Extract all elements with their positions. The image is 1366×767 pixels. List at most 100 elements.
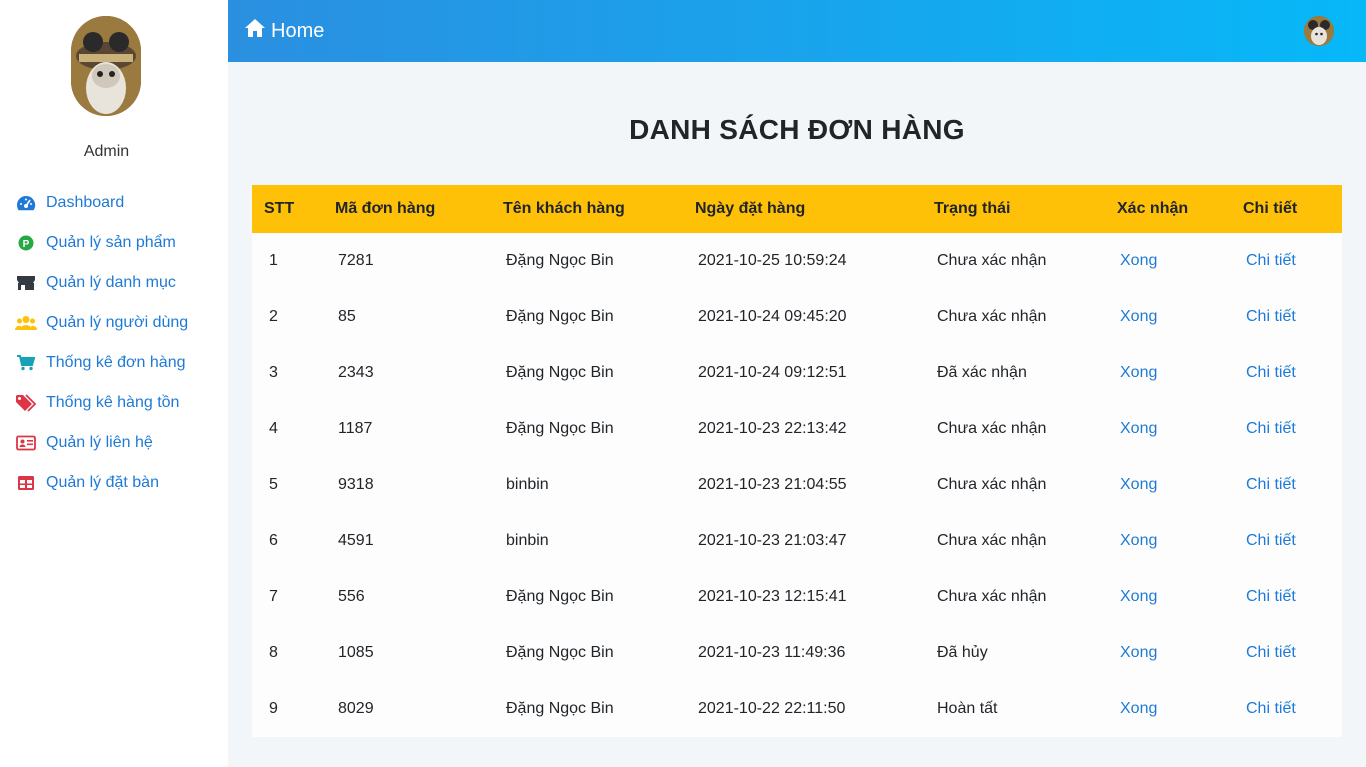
cell-order-code: 9318 — [338, 476, 374, 493]
store-icon — [15, 273, 37, 293]
orders-table: STT Mã đơn hàng Tên khách hàng Ngày đặt … — [252, 185, 1342, 737]
cell-customer: Đặng Ngọc Bin — [506, 588, 614, 605]
detail-link[interactable]: Chi tiết — [1231, 457, 1342, 513]
column-header-status: Trạng thái — [934, 200, 1011, 217]
confirm-link[interactable]: Xong — [1105, 513, 1231, 569]
table-row: 9 8029 Đặng Ngọc Bin 2021-10-22 22:11:50… — [252, 681, 1342, 737]
detail-link[interactable]: Chi tiết — [1231, 401, 1342, 457]
home-icon — [244, 18, 271, 44]
top-navbar: Home — [228, 0, 1366, 62]
cell-status: Chưa xác nhận — [937, 420, 1047, 437]
cell-order-code: 1085 — [338, 644, 374, 661]
confirm-link[interactable]: Xong — [1105, 233, 1231, 289]
table-row: 3 2343 Đặng Ngọc Bin 2021-10-24 09:12:51… — [252, 345, 1342, 401]
confirm-link[interactable]: Xong — [1105, 681, 1231, 737]
cell-stt: 6 — [269, 532, 278, 549]
cell-status: Đã hủy — [937, 644, 988, 661]
detail-link[interactable]: Chi tiết — [1231, 289, 1342, 345]
cell-customer: binbin — [506, 476, 549, 493]
column-header-order-code: Mã đơn hàng — [335, 200, 436, 217]
sidebar-item-dashboard[interactable]: Dashboard — [0, 183, 228, 223]
home-link[interactable]: Home — [244, 18, 324, 44]
cell-customer: Đặng Ngọc Bin — [506, 308, 614, 325]
cell-order-date: 2021-10-24 09:45:20 — [698, 308, 847, 325]
detail-link[interactable]: Chi tiết — [1231, 681, 1342, 737]
cell-status: Chưa xác nhận — [937, 476, 1047, 493]
table-row: 8 1085 Đặng Ngọc Bin 2021-10-23 11:49:36… — [252, 625, 1342, 681]
table-row: 7 556 Đặng Ngọc Bin 2021-10-23 12:15:41 … — [252, 569, 1342, 625]
sidebar-item-products[interactable]: P Quản lý sản phẩm — [0, 223, 228, 263]
confirm-link[interactable]: Xong — [1105, 569, 1231, 625]
sidebar-item-reservations[interactable]: Quản lý đặt bàn — [0, 463, 228, 503]
cell-stt: 7 — [269, 588, 278, 605]
cell-stt: 5 — [269, 476, 278, 493]
cell-customer: Đặng Ngọc Bin — [506, 364, 614, 381]
detail-link[interactable]: Chi tiết — [1231, 625, 1342, 681]
cell-order-code: 85 — [338, 308, 356, 325]
cell-status: Chưa xác nhận — [937, 308, 1047, 325]
cell-status: Chưa xác nhận — [937, 588, 1047, 605]
user-avatar-button[interactable] — [1304, 16, 1334, 46]
confirm-link[interactable]: Xong — [1105, 625, 1231, 681]
cell-order-date: 2021-10-22 22:11:50 — [698, 700, 846, 717]
table-row: 4 1187 Đặng Ngọc Bin 2021-10-23 22:13:42… — [252, 401, 1342, 457]
sidebar-nav: Dashboard P Quản lý sản phẩm Quản lý dan… — [0, 183, 228, 503]
cell-stt: 1 — [269, 252, 278, 269]
sidebar-item-label: Quản lý liên hệ — [46, 434, 153, 451]
cell-order-date: 2021-10-23 21:04:55 — [698, 476, 847, 493]
avatar — [71, 16, 141, 116]
confirm-link[interactable]: Xong — [1105, 401, 1231, 457]
cell-customer: Đặng Ngọc Bin — [506, 420, 614, 437]
table-row: 1 7281 Đặng Ngọc Bin 2021-10-25 10:59:24… — [252, 233, 1342, 289]
cell-order-code: 7281 — [338, 252, 374, 269]
table-row: 2 85 Đặng Ngọc Bin 2021-10-24 09:45:20 C… — [252, 289, 1342, 345]
cell-stt: 9 — [269, 700, 278, 717]
gauge-icon — [15, 193, 37, 213]
cell-order-date: 2021-10-23 11:49:36 — [698, 644, 846, 661]
detail-link[interactable]: Chi tiết — [1231, 569, 1342, 625]
column-header-detail: Chi tiết — [1243, 200, 1298, 217]
sidebar-item-label: Thống kê hàng tồn — [46, 394, 180, 411]
confirm-link[interactable]: Xong — [1105, 345, 1231, 401]
users-icon — [15, 313, 37, 333]
cell-stt: 2 — [269, 308, 278, 325]
confirm-link[interactable]: Xong — [1105, 457, 1231, 513]
sidebar-item-order-stats[interactable]: Thống kê đơn hàng — [0, 343, 228, 383]
column-header-customer: Tên khách hàng — [503, 200, 625, 217]
cell-stt: 3 — [269, 364, 278, 381]
cell-order-date: 2021-10-23 12:15:41 — [698, 588, 847, 605]
cell-customer: Đặng Ngọc Bin — [506, 700, 614, 717]
cell-status: Đã xác nhận — [937, 364, 1027, 381]
sidebar-item-label: Quản lý sản phẩm — [46, 234, 176, 251]
sidebar-item-inventory-stats[interactable]: Thống kê hàng tồn — [0, 383, 228, 423]
table-row: 6 4591 binbin 2021-10-23 21:03:47 Chưa x… — [252, 513, 1342, 569]
cell-order-date: 2021-10-24 09:12:51 — [698, 364, 847, 381]
cell-customer: binbin — [506, 532, 549, 549]
tags-icon — [15, 393, 37, 413]
sidebar-item-label: Quản lý danh mục — [46, 274, 176, 291]
sidebar-item-label: Thống kê đơn hàng — [46, 354, 186, 371]
column-header-confirm: Xác nhận — [1117, 200, 1189, 217]
cell-status: Hoàn tất — [937, 700, 998, 717]
cell-order-date: 2021-10-23 21:03:47 — [698, 532, 847, 549]
svg-text:P: P — [23, 239, 30, 250]
cell-customer: Đặng Ngọc Bin — [506, 644, 614, 661]
cell-status: Chưa xác nhận — [937, 252, 1047, 269]
sidebar-item-label: Quản lý đặt bàn — [46, 474, 159, 491]
sidebar-item-categories[interactable]: Quản lý danh mục — [0, 263, 228, 303]
confirm-link[interactable]: Xong — [1105, 289, 1231, 345]
sidebar-item-label: Quản lý người dùng — [46, 314, 189, 331]
cart-icon — [15, 353, 37, 373]
detail-link[interactable]: Chi tiết — [1231, 513, 1342, 569]
table-header-row: STT Mã đơn hàng Tên khách hàng Ngày đặt … — [252, 185, 1342, 233]
sidebar-item-contacts[interactable]: Quản lý liên hệ — [0, 423, 228, 463]
cell-stt: 8 — [269, 644, 278, 661]
sidebar-item-users[interactable]: Quản lý người dùng — [0, 303, 228, 343]
cell-customer: Đặng Ngọc Bin — [506, 252, 614, 269]
table-icon — [15, 473, 37, 493]
detail-link[interactable]: Chi tiết — [1231, 233, 1342, 289]
detail-link[interactable]: Chi tiết — [1231, 345, 1342, 401]
cell-order-code: 8029 — [338, 700, 374, 717]
cell-order-date: 2021-10-25 10:59:24 — [698, 252, 847, 269]
cell-order-code: 2343 — [338, 364, 374, 381]
